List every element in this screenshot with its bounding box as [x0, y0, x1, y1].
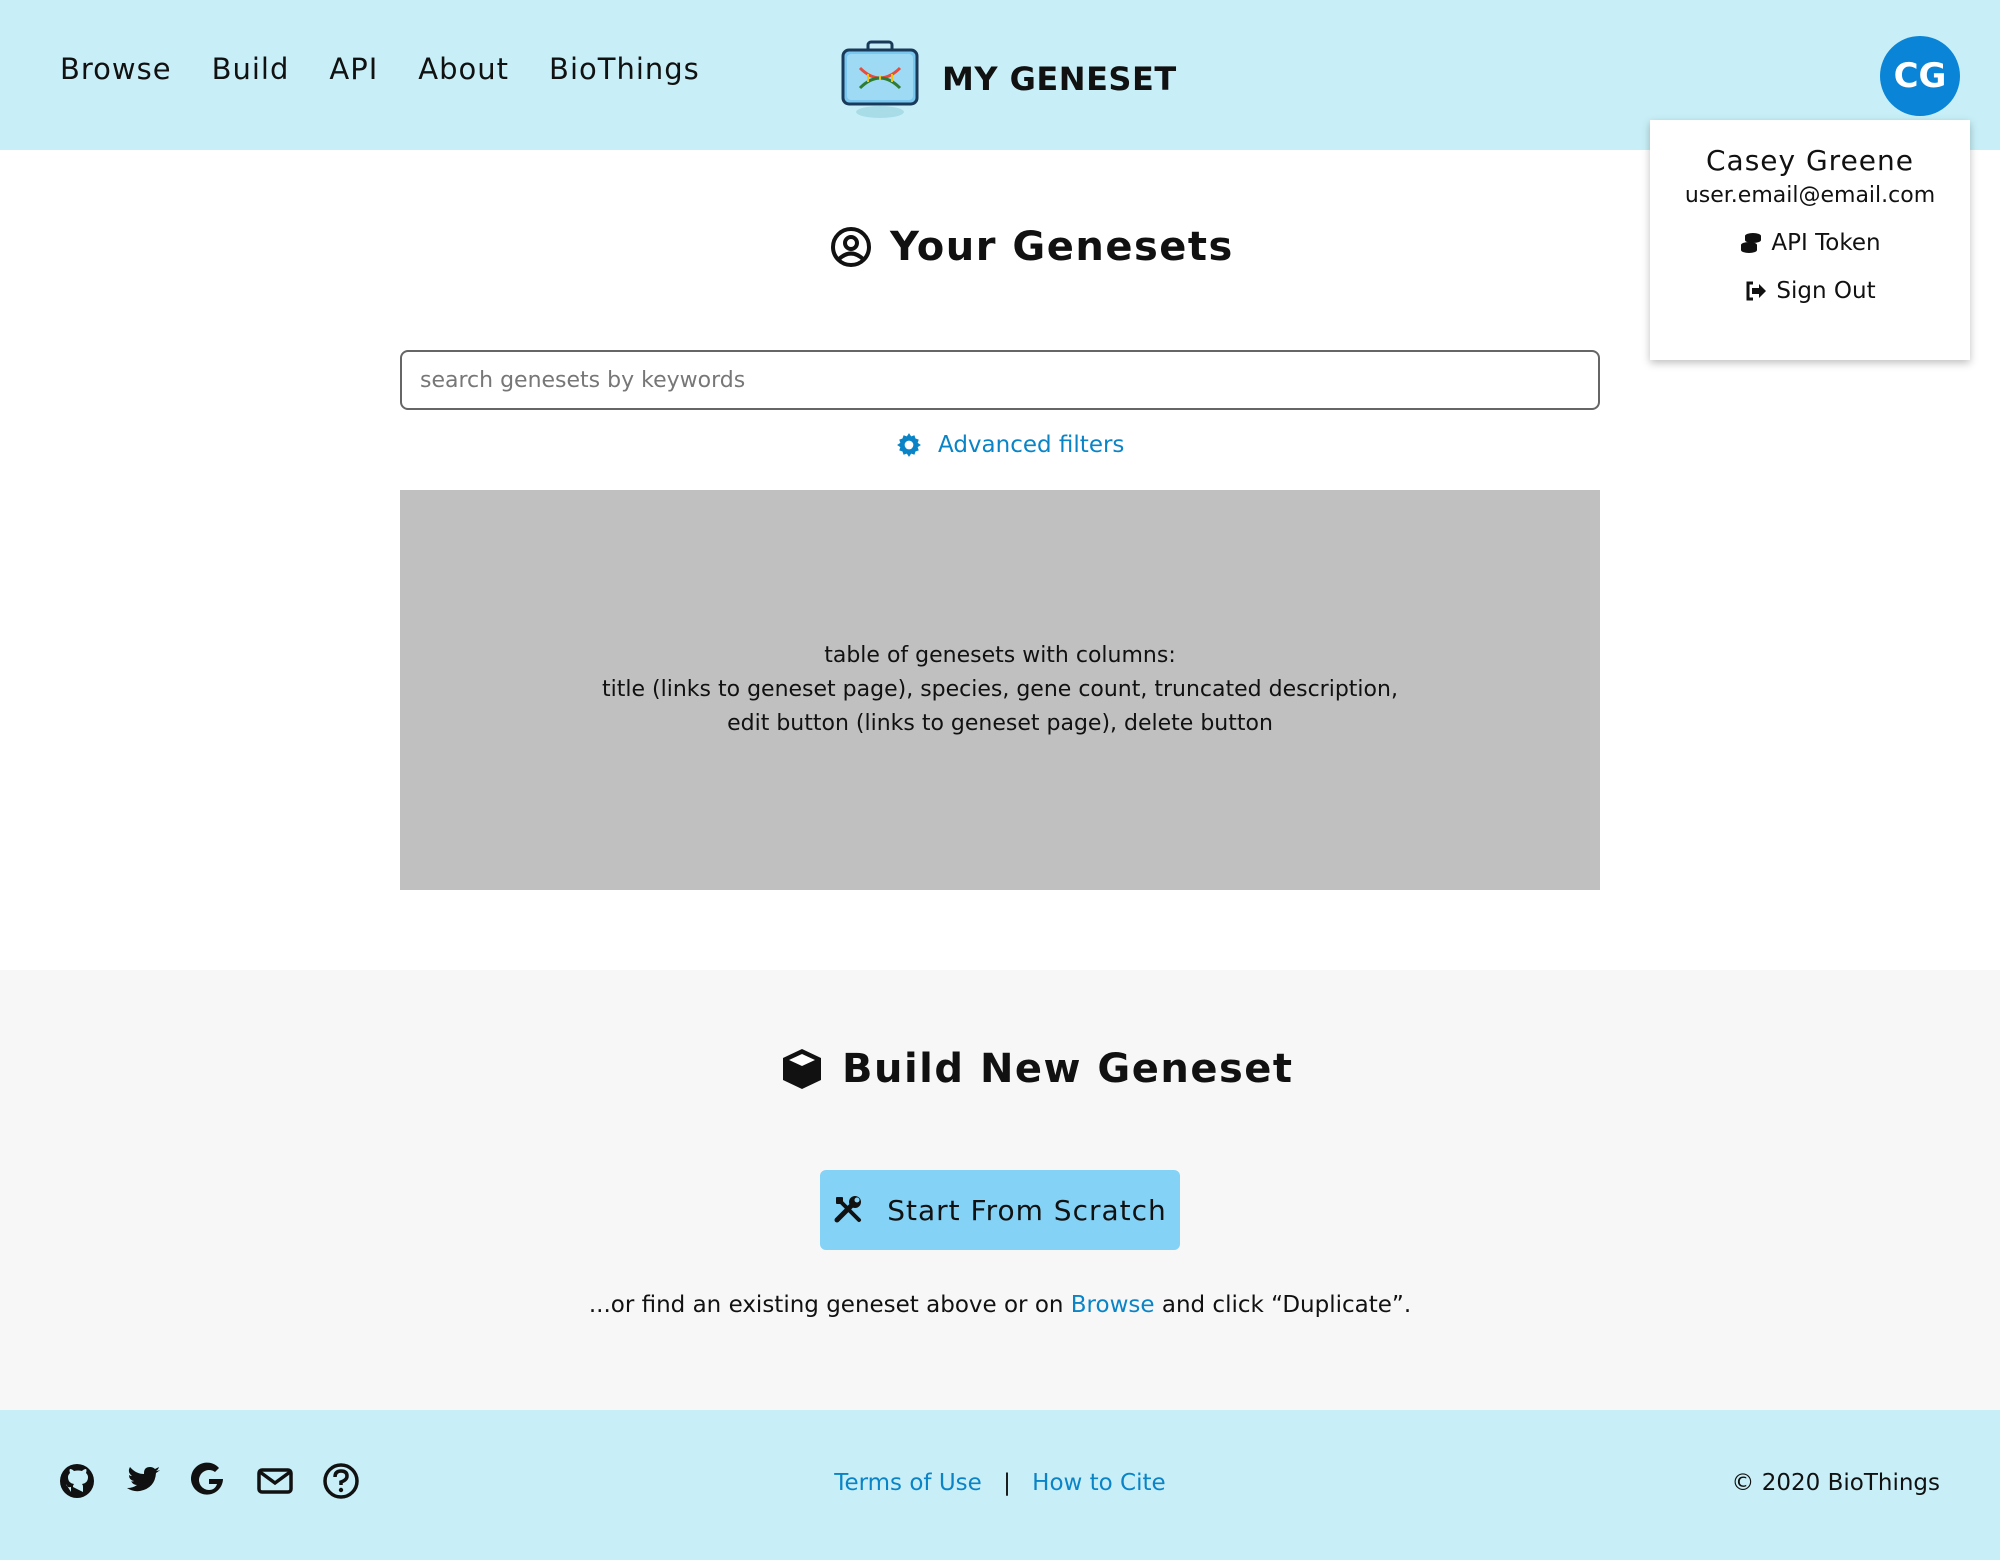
sign-out-menu-item[interactable]: Sign Out	[1650, 278, 1970, 304]
build-new-geneset-heading: Build New Geneset	[780, 1046, 1294, 1092]
start-from-scratch-label: Start From Scratch	[887, 1193, 1167, 1227]
your-genesets-heading: Your Genesets	[830, 224, 1234, 270]
footer-separator: |	[1003, 1470, 1011, 1496]
brand-home-link[interactable]: MY GENESET	[840, 38, 1177, 120]
nav-biothings[interactable]: BioThings	[549, 52, 700, 86]
gear-icon	[897, 433, 921, 457]
footer-links: Terms of Use | How to Cite	[0, 1470, 2000, 1496]
browse-link[interactable]: Browse	[1071, 1292, 1155, 1318]
api-token-label: API Token	[1771, 230, 1881, 256]
api-token-menu-item[interactable]: API Token	[1650, 230, 1970, 256]
search-input[interactable]	[400, 350, 1600, 410]
placeholder-line: edit button (links to geneset page), del…	[727, 711, 1273, 736]
geneset-logo-icon	[841, 40, 919, 118]
user-menu-dropdown: Casey Greene user.email@email.com API To…	[1650, 120, 1970, 360]
coins-icon	[1741, 233, 1762, 253]
page-title: Your Genesets	[890, 224, 1234, 270]
user-circle-icon	[831, 227, 871, 267]
genesets-table-placeholder: table of genesets with columns: title (l…	[400, 490, 1600, 890]
cube-icon	[783, 1049, 821, 1089]
user-name: Casey Greene	[1705, 144, 1914, 177]
tools-icon	[834, 1196, 862, 1223]
hint-suffix: and click “Duplicate”.	[1161, 1292, 1412, 1318]
duplicate-hint: ...or find an existing geneset above or …	[0, 1292, 2000, 1318]
hint-prefix: ...or find an existing geneset above or …	[588, 1292, 1064, 1318]
advanced-filters-link[interactable]: Advanced filters	[896, 432, 1124, 458]
sign-out-label: Sign Out	[1776, 278, 1876, 304]
placeholder-line: title (links to geneset page), species, …	[602, 677, 1398, 702]
sign-out-icon	[1746, 281, 1767, 301]
nav-build[interactable]: Build	[212, 52, 290, 86]
advanced-filters-label: Advanced filters	[938, 432, 1125, 458]
start-from-scratch-button[interactable]: Start From Scratch	[820, 1170, 1180, 1250]
nav-about[interactable]: About	[418, 52, 509, 86]
copyright: © 2020 BioThings	[1731, 1470, 1940, 1496]
build-title: Build New Geneset	[842, 1046, 1294, 1092]
footer: Terms of Use | How to Cite © 2020 BioThi…	[0, 1410, 2000, 1560]
terms-of-use-link[interactable]: Terms of Use	[834, 1470, 982, 1496]
nav-browse[interactable]: Browse	[60, 52, 172, 86]
user-email: user.email@email.com	[1684, 183, 1936, 208]
main-nav: Browse Build API About BioThings	[60, 52, 700, 86]
brand-name: MY GENESET	[942, 60, 1177, 98]
nav-api[interactable]: API	[329, 52, 378, 86]
user-avatar-button[interactable]: CG	[1880, 36, 1960, 116]
placeholder-line: table of genesets with columns:	[824, 643, 1176, 668]
how-to-cite-link[interactable]: How to Cite	[1032, 1470, 1166, 1496]
